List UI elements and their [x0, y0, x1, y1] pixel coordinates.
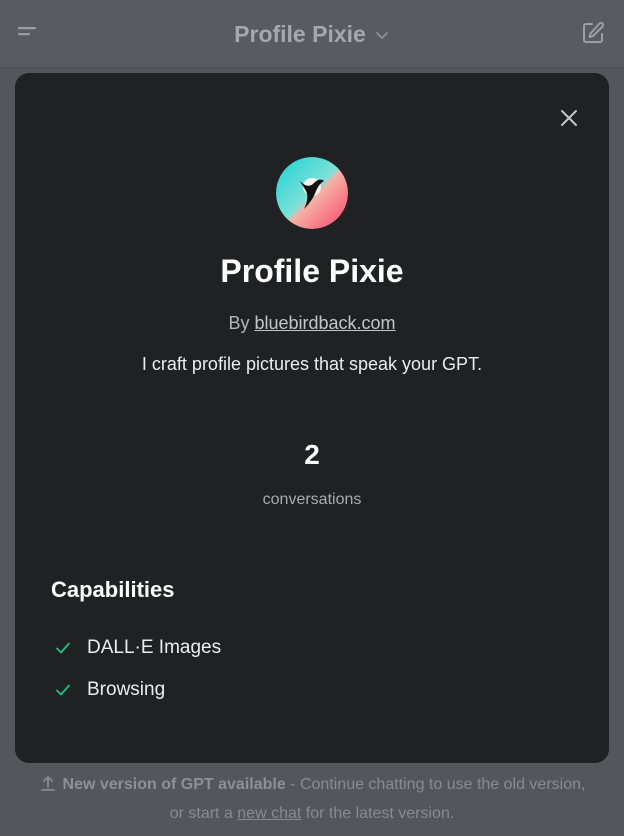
version-notice: New version of GPT available - Continue … [0, 770, 624, 828]
conversations-count: 2 [304, 439, 320, 470]
notice-rest: - Continue chatting to use the old versi… [285, 776, 586, 793]
notice-line2-suffix: for the latest version. [301, 805, 455, 822]
top-bar: Profile Pixie [0, 0, 624, 68]
notice-line-2: or start a new chat for the latest versi… [0, 799, 624, 828]
author-prefix: By [228, 313, 250, 333]
capability-label: Browsing [87, 679, 166, 700]
author-link[interactable]: bluebirdback.com [254, 313, 395, 333]
gpt-description: I craft profile pictures that speak your… [141, 354, 483, 374]
gpt-avatar [276, 157, 348, 229]
capability-label: DALL·E Images [87, 637, 222, 658]
check-icon [56, 684, 70, 696]
chevron-down-icon [375, 32, 388, 39]
gpt-name: Profile Pixie [220, 253, 404, 289]
gpt-title-dropdown[interactable]: Profile Pixie [0, 18, 624, 50]
upload-icon [40, 776, 55, 791]
header-title: Profile Pixie [234, 20, 366, 47]
author-line: By bluebirdback.com [15, 313, 609, 334]
notice-line-1: New version of GPT available - Continue … [0, 770, 624, 799]
check-icon [56, 642, 70, 654]
notice-strong: New version of GPT available [62, 776, 286, 793]
capabilities-heading: Capabilities [51, 577, 175, 602]
close-icon[interactable] [557, 106, 581, 130]
new-chat-icon[interactable] [580, 20, 606, 46]
capability-item: Browsing [51, 669, 221, 711]
capability-item: DALL·E Images [51, 627, 221, 669]
capabilities-list: DALL·E Images Browsing [51, 627, 221, 711]
notice-line2-prefix: or start a [169, 805, 238, 822]
gpt-info-modal: Profile Pixie By bluebirdback.com I craf… [15, 73, 609, 763]
new-chat-link[interactable]: new chat [237, 805, 301, 822]
conversations-label: conversations [262, 491, 362, 508]
